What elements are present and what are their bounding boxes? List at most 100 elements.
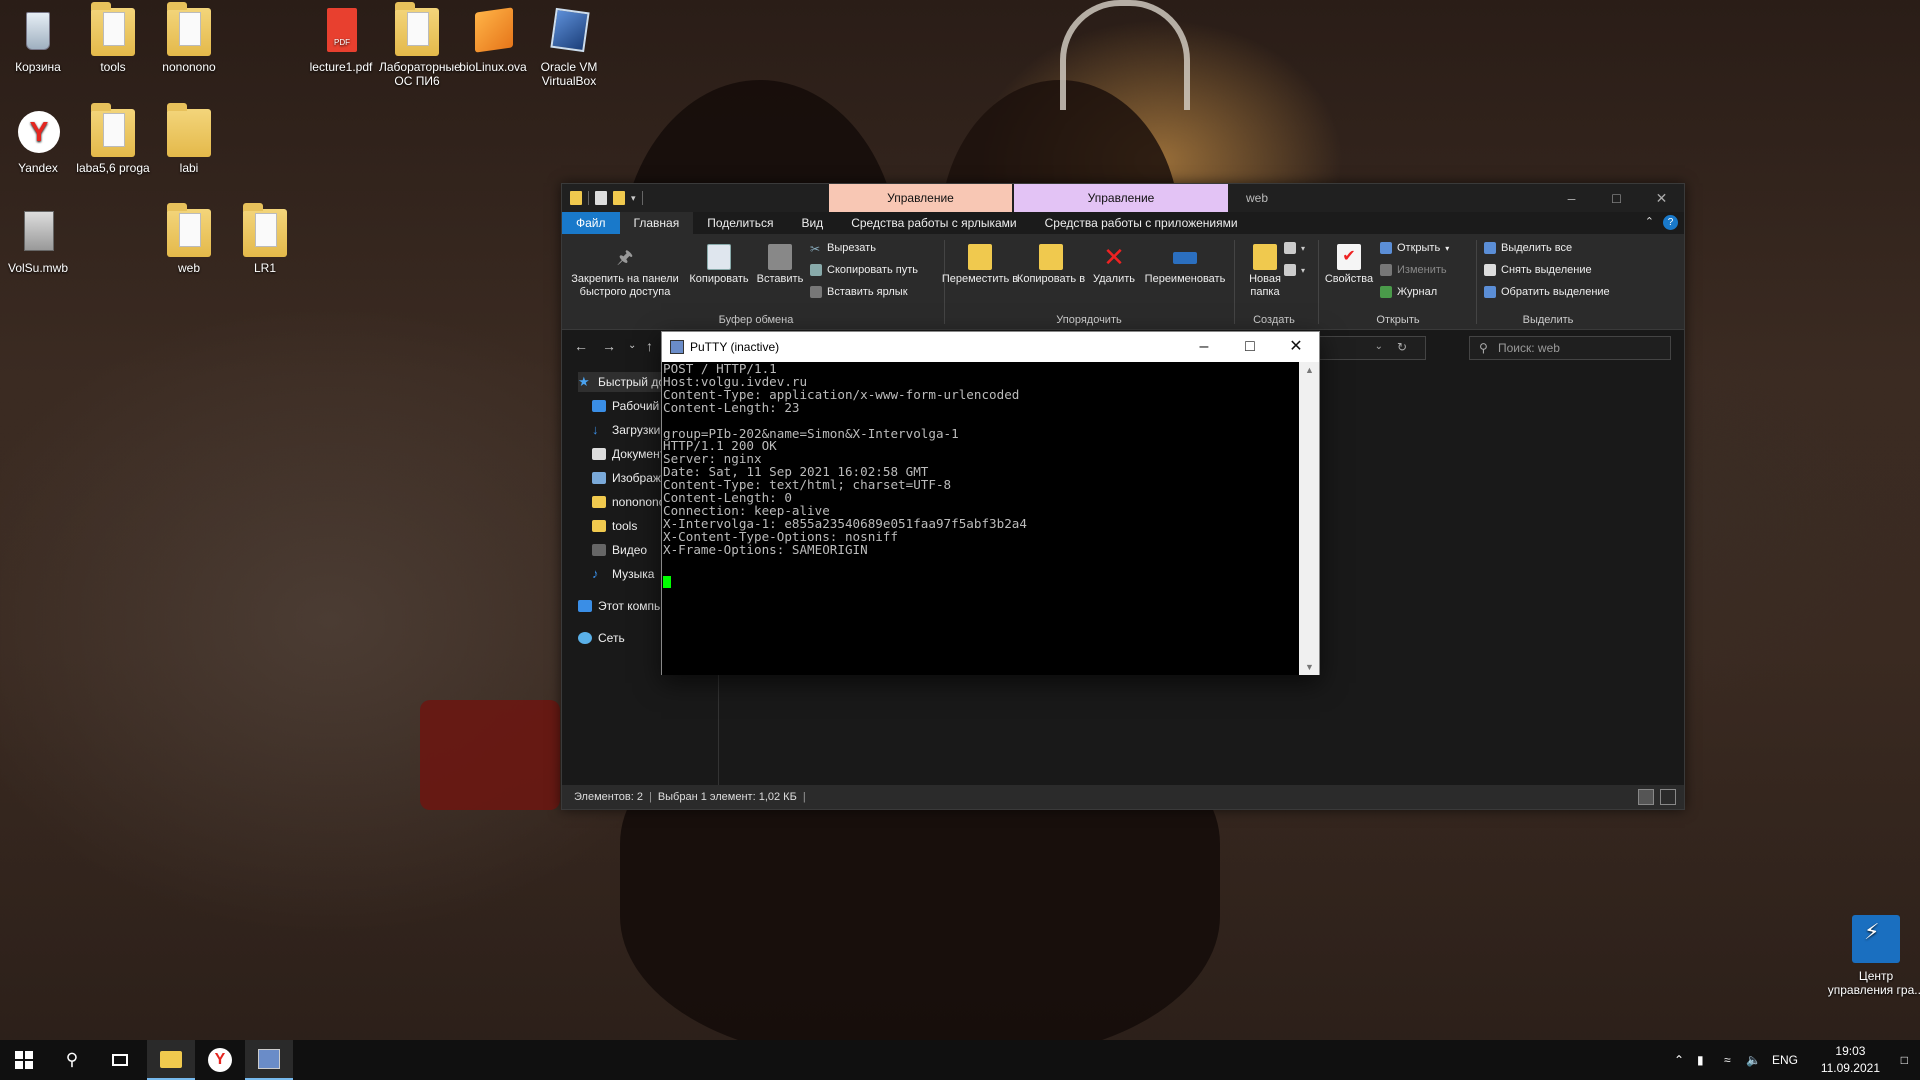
move-to-button[interactable]: Переместить в <box>940 244 1020 286</box>
battery-icon[interactable]: ▮ <box>1697 1040 1704 1080</box>
task-view-icon[interactable] <box>96 1040 144 1080</box>
context-tab-manage-shortcut[interactable]: Управление <box>829 184 1012 212</box>
taskbar-putty-icon[interactable] <box>245 1040 293 1080</box>
new-folder-small-icon[interactable] <box>613 191 625 205</box>
pictures-icon <box>592 472 606 484</box>
delete-button[interactable]: ✕ Удалить <box>1086 244 1142 286</box>
scroll-up-icon[interactable]: ▲ <box>1305 365 1314 375</box>
invert-selection-button[interactable]: Обратить выделение <box>1484 286 1610 298</box>
wifi-icon[interactable]: ≈ <box>1724 1040 1731 1080</box>
new-item-button[interactable]: ▾ <box>1284 242 1305 254</box>
taskbar-explorer-icon[interactable] <box>147 1040 195 1080</box>
scroll-down-icon[interactable]: ▼ <box>1305 662 1314 672</box>
copy-button[interactable]: Копировать <box>686 244 752 286</box>
terminal-scrollbar[interactable]: ▲ ▼ <box>1299 362 1319 675</box>
recent-locations-icon[interactable]: ⌄ <box>628 340 636 351</box>
desktop-icon-volsu-mwb[interactable]: VolSu.mwb <box>0 209 76 275</box>
maximize-button[interactable]: □ <box>1594 184 1639 212</box>
tab-home[interactable]: Главная <box>619 212 694 234</box>
desktop-icon-laba56[interactable]: laba5,6 proga <box>75 103 151 175</box>
desktop-icon-graphics-center[interactable]: ⚡ Центр управления гра... <box>1826 915 1920 997</box>
folder-icon <box>91 103 135 157</box>
select-none-icon <box>1484 264 1496 276</box>
rename-icon <box>1173 252 1197 264</box>
status-item-count: Элементов: 2 <box>574 791 643 803</box>
desktop-icon-lr1[interactable]: LR1 <box>227 203 303 275</box>
copy-to-icon <box>1039 244 1063 270</box>
clock-date: 11.09.2021 <box>1820 1061 1880 1075</box>
customize-qa-icon[interactable]: ▾ <box>631 193 636 204</box>
search-taskbar-icon[interactable]: ⚲ <box>48 1040 96 1080</box>
cut-button[interactable]: ✂ Вырезать <box>810 242 876 256</box>
open-button[interactable]: Открыть ▾ <box>1380 242 1449 254</box>
folder-small-icon[interactable] <box>570 191 582 205</box>
paste-shortcut-button[interactable]: Вставить ярлык <box>810 286 908 298</box>
network-icon <box>578 632 592 644</box>
explorer-titlebar[interactable]: ▾ Управление Управление web – □ ✕ <box>562 184 1684 212</box>
minimize-button[interactable]: – <box>1549 184 1594 212</box>
history-icon <box>1380 286 1392 298</box>
address-dropdown-icon[interactable]: ⌄ <box>1375 341 1383 352</box>
volume-icon[interactable]: 🔈 <box>1746 1040 1761 1080</box>
tab-view[interactable]: Вид <box>787 212 837 234</box>
pin-icon: 🖈 <box>616 247 634 267</box>
recycle-bin-icon <box>16 8 60 56</box>
window-title: web <box>1246 191 1269 205</box>
desktop-icon <box>592 400 606 412</box>
collapse-ribbon-icon[interactable]: ⌃ <box>1645 215 1654 228</box>
action-center-icon[interactable]: □ <box>1901 1040 1908 1080</box>
select-all-button[interactable]: Выделить все <box>1484 242 1572 254</box>
clock[interactable]: 19:03 11.09.2021 <box>1821 1043 1880 1077</box>
properties-small-icon[interactable] <box>595 191 607 205</box>
folder-icon <box>167 203 211 257</box>
desktop-icon-virtualbox[interactable]: Oracle VM VirtualBox <box>531 7 607 88</box>
desktop-icon-labs-os[interactable]: Лабораторные ОС ПИ6 <box>379 2 461 88</box>
history-button[interactable]: Журнал <box>1380 286 1437 298</box>
tab-shortcut-tools[interactable]: Средства работы с ярлыками <box>837 212 1030 234</box>
properties-button[interactable]: ✔ Свойства <box>1320 244 1378 286</box>
select-none-button[interactable]: Снять выделение <box>1484 264 1592 276</box>
select-all-icon <box>1484 242 1496 254</box>
copy-to-button[interactable]: Копировать в <box>1016 244 1086 286</box>
forward-arrow-icon[interactable]: → <box>602 338 616 354</box>
tab-share[interactable]: Поделиться <box>693 212 787 234</box>
address-bar[interactable]: ⌄ ↻ <box>1314 336 1426 360</box>
desktop-icon-recycle-bin[interactable]: Корзина <box>0 8 76 74</box>
up-arrow-icon[interactable]: ↑ <box>646 338 653 354</box>
taskbar-yandex-icon[interactable]: Y <box>196 1040 244 1080</box>
pin-quick-access-button[interactable]: 🖈 Закрепить на панели быстрого доступа <box>568 244 682 299</box>
start-button[interactable] <box>0 1040 48 1080</box>
tab-file[interactable]: Файл <box>562 212 620 234</box>
back-arrow-icon[interactable]: ← <box>574 338 588 354</box>
putty-window[interactable]: PuTTY (inactive) – □ ✕ POST / HTTP/1.1 Ho… <box>661 331 1320 675</box>
putty-minimize-button[interactable]: – <box>1181 332 1227 362</box>
desktop-icon-yandex[interactable]: Y Yandex <box>0 109 76 175</box>
desktop-icon-biolinux-ova[interactable]: bioLinux.ova <box>455 7 531 74</box>
language-indicator[interactable]: ENG <box>1772 1040 1798 1080</box>
edit-button[interactable]: Изменить <box>1380 264 1447 276</box>
putty-titlebar[interactable]: PuTTY (inactive) – □ ✕ <box>662 332 1319 362</box>
paste-icon <box>768 244 792 270</box>
terminal-output[interactable]: POST / HTTP/1.1 Host:volgu.ivdev.ru Conten… <box>662 362 1299 675</box>
quick-access-toolbar: ▾ <box>562 191 643 205</box>
desktop-icon-labi[interactable]: labi <box>151 103 227 175</box>
easy-access-button[interactable]: ▾ <box>1284 264 1305 276</box>
show-hidden-icons-icon[interactable]: ⌃ <box>1674 1040 1684 1080</box>
desktop-icon-tools[interactable]: tools <box>75 2 151 74</box>
close-button[interactable]: ✕ <box>1639 184 1684 212</box>
search-input[interactable]: ⚲ Поиск: web <box>1469 336 1671 360</box>
help-icon[interactable]: ? <box>1663 215 1678 230</box>
desktop-icon-web[interactable]: web <box>151 203 227 275</box>
desktop-icon-lecture1-pdf[interactable]: PDF lecture1.pdf <box>303 8 379 74</box>
putty-close-button[interactable]: ✕ <box>1273 332 1319 362</box>
refresh-icon[interactable]: ↻ <box>1397 340 1407 354</box>
putty-maximize-button[interactable]: □ <box>1227 332 1273 362</box>
copy-path-button[interactable]: Скопировать путь <box>810 264 918 276</box>
details-view-icon[interactable] <box>1638 789 1654 805</box>
desktop-icon-nononono[interactable]: nononono <box>151 2 227 74</box>
paste-button[interactable]: Вставить <box>752 244 808 286</box>
rename-button[interactable]: Переименовать <box>1140 244 1230 286</box>
context-tab-manage-app[interactable]: Управление <box>1014 184 1228 212</box>
large-icons-view-icon[interactable] <box>1660 789 1676 805</box>
tab-app-tools[interactable]: Средства работы с приложениями <box>1031 212 1252 234</box>
